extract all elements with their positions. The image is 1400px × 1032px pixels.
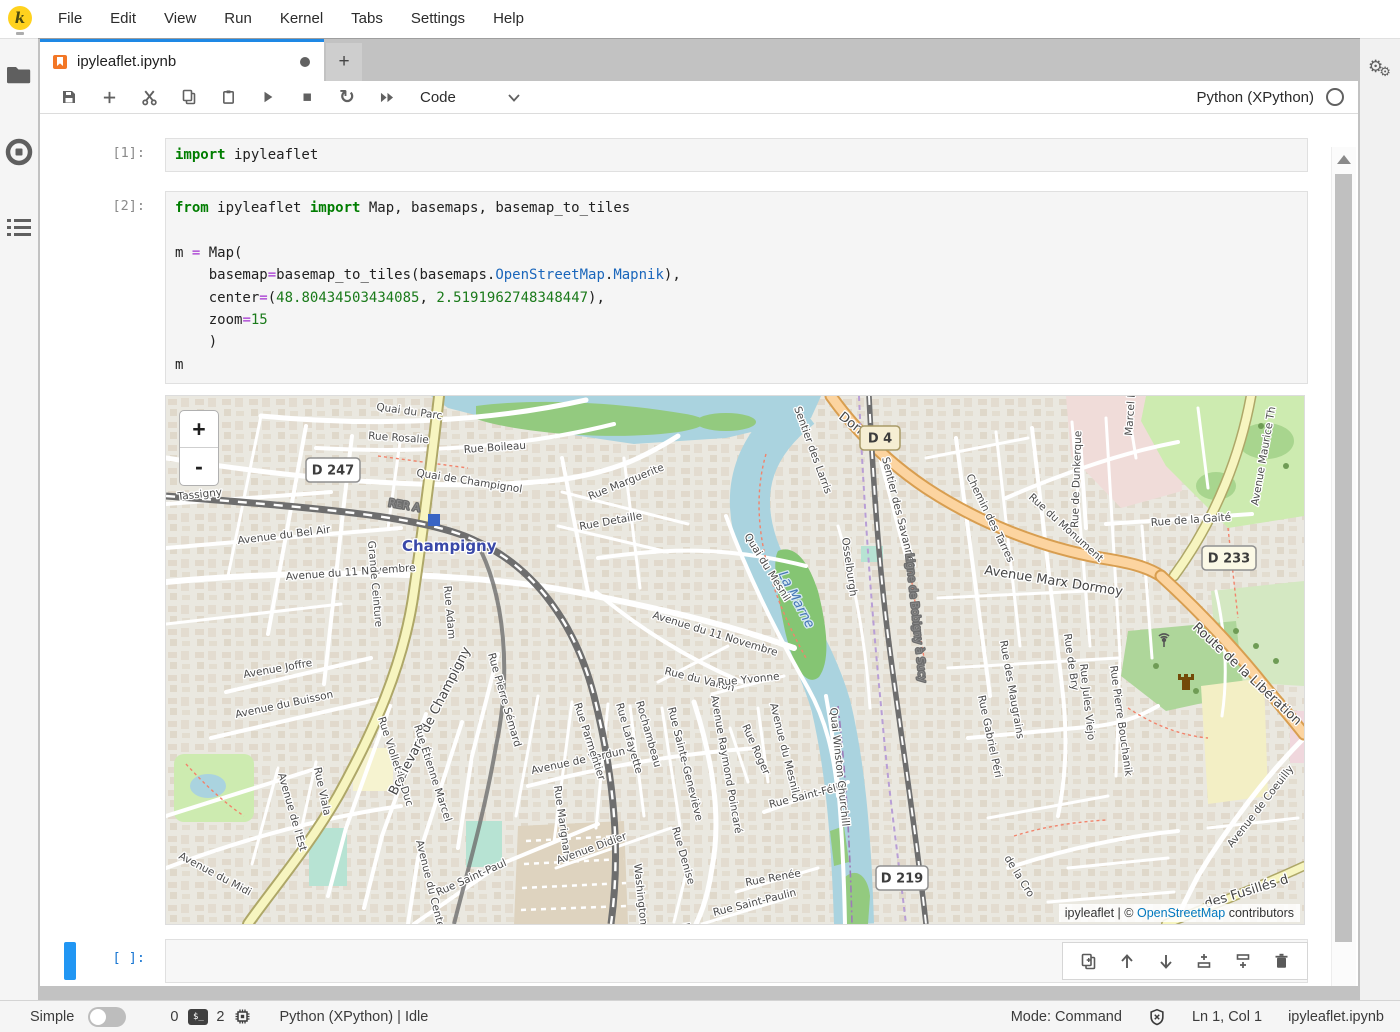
kernel-status-text[interactable]: Python (XPython) | Idle	[279, 1009, 428, 1025]
kernel-selector[interactable]: Python (XPython)	[1196, 81, 1344, 113]
menu-item-edit[interactable]: Edit	[96, 0, 150, 38]
property-inspector-icon[interactable]: ⚙⚙	[1368, 57, 1395, 77]
status-bar: Simple 0 $_ 2 Python (XPython) | Idle Mo…	[0, 1000, 1400, 1032]
cell-toolbar	[1062, 942, 1308, 980]
openstreetmap-link[interactable]: OpenStreetMap	[1137, 906, 1225, 920]
svg-text:D 247: D 247	[312, 464, 354, 479]
cursor-position[interactable]: Ln 1, Col 1	[1192, 1009, 1262, 1025]
scroll-up-arrow[interactable]	[1337, 155, 1351, 164]
kernel-status-icon	[1326, 88, 1344, 106]
menu-item-settings[interactable]: Settings	[397, 0, 479, 38]
trust-shield-icon[interactable]	[1148, 1008, 1166, 1026]
right-sidebar-strip: ⚙⚙	[1360, 38, 1400, 1000]
notebook-panel: ↻ Code Python (XPython) [1]: import ipyl…	[40, 81, 1358, 986]
app-logo-icon: k	[8, 6, 34, 32]
notebook-file-icon	[52, 54, 68, 70]
terminal-icon: $_	[188, 1009, 208, 1025]
code-cell-input[interactable]: from ipyleaflet import Map, basemaps, ba…	[165, 191, 1308, 384]
code-cell-input[interactable]: import ipyleaflet	[165, 138, 1308, 172]
tab-title: ipyleaflet.ipynb	[77, 53, 300, 70]
simple-mode-toggle[interactable]	[88, 1007, 126, 1027]
interrupt-kernel-button[interactable]	[292, 81, 322, 113]
move-cell-up-button[interactable]	[1114, 948, 1140, 974]
table-of-contents-icon[interactable]	[0, 211, 38, 245]
map-attribution: ipyleaflet | © OpenStreetMap contributor…	[1059, 904, 1300, 922]
kernel-chip-icon	[234, 1008, 251, 1025]
svg-text:D 4: D 4	[868, 432, 892, 447]
menu-bar: k FileEditViewRunKernelTabsSettingsHelp	[0, 0, 1400, 38]
tab-ipyleaflet-notebook[interactable]: ipyleaflet.ipynb	[40, 39, 324, 81]
svg-text:D 233: D 233	[1208, 552, 1250, 567]
map-station-label: Champigny	[402, 537, 497, 555]
copy-cells-button[interactable]	[174, 81, 204, 113]
cell-type-value: Code	[420, 89, 456, 106]
zoom-out-button[interactable]: -	[180, 448, 218, 485]
insert-cell-below-button[interactable]	[1230, 948, 1256, 974]
attribution-prefix: ipyleaflet | ©	[1065, 906, 1137, 920]
delete-cell-button[interactable]	[1269, 948, 1295, 974]
file-browser-icon[interactable]	[0, 57, 38, 91]
menu-item-run[interactable]: Run	[210, 0, 266, 38]
kernel-name: Python (XPython)	[1196, 89, 1314, 106]
save-button[interactable]	[54, 81, 84, 113]
paste-cells-button[interactable]	[213, 81, 243, 113]
zoom-in-button[interactable]: +	[180, 411, 218, 448]
menu-item-tabs[interactable]: Tabs	[337, 0, 397, 38]
scrollbar-thumb[interactable]	[1335, 174, 1352, 942]
statusbar-filename: ipyleaflet.ipynb	[1288, 1009, 1384, 1025]
menu-item-help[interactable]: Help	[479, 0, 538, 38]
menu-item-view[interactable]: View	[150, 0, 210, 38]
kernels-count[interactable]: 2	[216, 1009, 224, 1025]
execution-prompt: [1]:	[40, 145, 145, 161]
restart-run-all-button[interactable]	[372, 81, 402, 113]
cut-cells-button[interactable]	[134, 81, 164, 113]
road-badge: D 4	[860, 426, 900, 450]
tab-bar: ipyleaflet.ipynb +	[38, 39, 1360, 81]
menu-item-file[interactable]: File	[44, 0, 96, 38]
new-tab-button[interactable]: +	[326, 43, 362, 81]
notebook-toolbar: ↻ Code Python (XPython)	[40, 81, 1358, 114]
notebook-scroll-area: [1]: import ipyleaflet [2]: from ipyleaf…	[40, 114, 1358, 986]
map-zoom-control: + -	[179, 410, 219, 486]
restart-kernel-button[interactable]: ↻	[332, 81, 362, 113]
move-cell-down-button[interactable]	[1153, 948, 1179, 974]
road-badge: D 233	[1202, 546, 1256, 570]
attribution-suffix: contributors	[1225, 906, 1294, 920]
insert-cell-button[interactable]	[94, 81, 124, 113]
unsaved-changes-dot	[300, 57, 310, 67]
road-badge: D 247	[306, 458, 360, 482]
insert-cell-above-button[interactable]	[1191, 948, 1217, 974]
notebook-scrollbar[interactable]	[1331, 147, 1356, 986]
simple-mode-label: Simple	[30, 1009, 74, 1025]
running-sessions-icon[interactable]	[0, 135, 38, 169]
execution-prompt: [2]:	[40, 198, 145, 214]
road-badge: D 219	[876, 866, 928, 890]
left-activity-bar	[0, 38, 38, 1000]
map-output[interactable]: Quai du ParcRue RosalieRue BoileauQuai d…	[165, 395, 1305, 925]
menu-item-kernel[interactable]: Kernel	[266, 0, 337, 38]
execution-prompt: [ ]:	[40, 950, 145, 966]
chevron-down-icon	[508, 89, 520, 106]
duplicate-cell-button[interactable]	[1075, 948, 1101, 974]
run-cell-button[interactable]	[253, 81, 283, 113]
svg-text:D 219: D 219	[881, 872, 923, 887]
cell-type-dropdown[interactable]: Code	[412, 81, 528, 113]
station-marker	[428, 514, 440, 526]
command-mode-indicator[interactable]: Mode: Command	[1011, 1009, 1122, 1025]
main-dock-panel: ipyleaflet.ipynb +	[38, 38, 1360, 1000]
terminals-count[interactable]: 0	[170, 1009, 178, 1025]
